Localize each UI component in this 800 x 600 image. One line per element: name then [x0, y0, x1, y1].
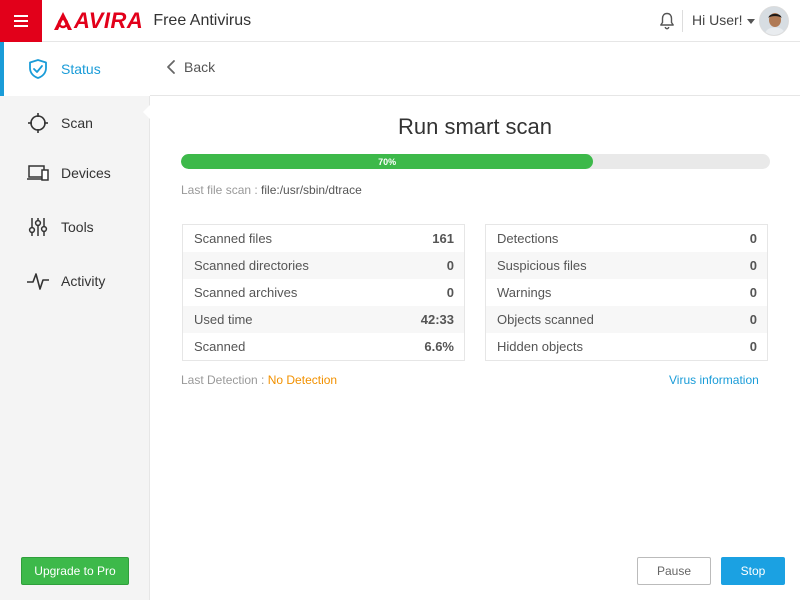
table-row: Objects scanned 0 [486, 306, 767, 333]
table-row: Suspicious files 0 [486, 252, 767, 279]
last-detection: Last Detection : No Detection [181, 373, 337, 387]
stat-value: 0 [749, 339, 757, 354]
table-row: Scanned directories 0 [183, 252, 464, 279]
brand-name: AVIRA [74, 8, 144, 33]
table-row: Hidden objects 0 [486, 333, 767, 360]
sidebar-item-activity[interactable]: Activity [0, 254, 150, 308]
product-name: Free Antivirus [153, 12, 252, 29]
pause-button[interactable]: Pause [637, 557, 711, 585]
upgrade-to-pro-button[interactable]: Upgrade to Pro [21, 557, 129, 585]
hamburger-menu-button[interactable] [0, 0, 42, 42]
stat-key: Scanned archives [194, 285, 298, 300]
stat-key: Used time [194, 312, 253, 327]
sliders-icon [26, 215, 50, 239]
sidebar-item-tools[interactable]: Tools [0, 200, 150, 254]
stat-value: 6.6% [424, 339, 454, 354]
page-title: Run smart scan [397, 114, 553, 139]
sidebar-item-label: Activity [61, 273, 106, 289]
avatar[interactable] [759, 6, 789, 36]
table-row: Warnings 0 [486, 279, 767, 306]
virus-information-link[interactable]: Virus information [669, 373, 759, 387]
stat-value: 0 [446, 285, 454, 300]
table-row: Scanned files 161 [183, 225, 464, 252]
main-content: Back Run smart scan 70% Last file scan :… [150, 42, 800, 600]
last-file-scan-value: file:/usr/sbin/dtrace [261, 183, 362, 197]
menu-icon-line [14, 20, 28, 22]
avira-logo: AVIRA [52, 8, 143, 34]
top-bar: AVIRA Free Antivirus Hi User! [0, 0, 800, 42]
shield-icon [26, 57, 50, 81]
scan-stats-table: Scanned files 161 Scanned directories 0 Sc… [182, 224, 465, 361]
menu-icon-line [14, 15, 28, 17]
stat-key: Detections [497, 231, 559, 246]
back-label: Back [184, 59, 216, 75]
sidebar-item-label: Devices [61, 165, 111, 181]
stat-value: 0 [749, 285, 757, 300]
last-file-scan: Last file scan : file:/usr/sbin/dtrace [181, 183, 362, 197]
chevron-down-icon [746, 18, 755, 24]
stat-value: 0 [446, 258, 454, 273]
crosshair-icon [26, 111, 50, 135]
sidebar-item-status[interactable]: Status [0, 42, 150, 96]
table-row: Detections 0 [486, 225, 767, 252]
stop-button[interactable]: Stop [721, 557, 785, 585]
user-avatar-icon [760, 7, 788, 35]
table-row: Scanned 6.6% [183, 333, 464, 360]
topbar-divider [682, 10, 683, 32]
progress-label: 70% [378, 156, 397, 167]
back-bar: Back [150, 42, 800, 96]
sidebar-item-scan[interactable]: Scan [0, 96, 150, 150]
sidebar: Status Scan Devices Tools Activity Upgra… [0, 42, 151, 600]
pulse-icon [26, 269, 50, 293]
menu-icon-line [14, 25, 28, 27]
stat-key: Warnings [497, 285, 552, 300]
brand: AVIRA Free Antivirus [52, 8, 252, 34]
stat-key: Scanned [194, 339, 246, 354]
stat-value: 0 [749, 231, 757, 246]
stat-key: Suspicious files [497, 258, 587, 273]
stat-key: Objects scanned [497, 312, 594, 327]
sidebar-item-label: Tools [61, 219, 94, 235]
user-greeting: Hi User! [692, 12, 743, 28]
avira-umbrella-icon [54, 12, 72, 30]
sidebar-item-label: Scan [61, 115, 93, 131]
last-detection-value: No Detection [267, 373, 338, 387]
table-row: Used time 42:33 [183, 306, 464, 333]
stat-key: Hidden objects [497, 339, 583, 354]
last-detection-label: Last Detection : [181, 373, 268, 387]
stat-key: Scanned directories [194, 258, 309, 273]
chevron-left-icon [167, 60, 175, 74]
stat-value: 0 [749, 258, 757, 273]
last-file-scan-label: Last file scan : [181, 183, 262, 197]
detection-stats-table: Detections 0 Suspicious files 0 Warnings 0 … [485, 224, 768, 361]
stat-value: 0 [749, 312, 757, 327]
stat-value: 42:33 [420, 312, 454, 327]
sidebar-item-label: Status [61, 61, 101, 77]
sidebar-item-devices[interactable]: Devices [0, 146, 150, 200]
devices-icon [26, 161, 50, 185]
table-row: Scanned archives 0 [183, 279, 464, 306]
progress-fill: 70% [181, 154, 594, 169]
notification-bell-icon[interactable] [657, 11, 677, 31]
scan-progress-bar: 70% [181, 154, 770, 169]
back-button[interactable]: Back [166, 59, 215, 75]
user-menu[interactable]: Hi User! [692, 12, 755, 28]
stat-key: Scanned files [194, 231, 273, 246]
stat-value: 161 [432, 231, 454, 246]
